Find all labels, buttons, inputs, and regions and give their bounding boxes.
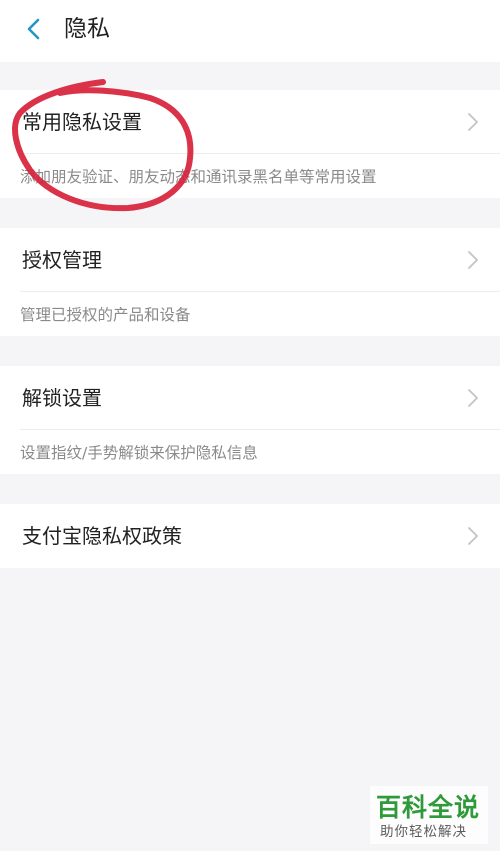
unlock-settings-row[interactable]: 解锁设置 — [0, 366, 500, 430]
divider — [20, 291, 500, 292]
row-label: 授权管理 — [22, 248, 102, 272]
chevron-right-icon — [468, 389, 478, 407]
alipay-privacy-policy-row[interactable]: 支付宝隐私权政策 — [0, 504, 500, 568]
group-authorization: 授权管理 管理已授权的产品和设备 — [0, 228, 500, 336]
back-chevron-icon[interactable] — [20, 14, 48, 44]
group-unlock: 解锁设置 设置指纹/手势解锁来保护隐私信息 — [0, 366, 500, 474]
chevron-right-icon — [468, 527, 478, 545]
row-description: 管理已授权的产品和设备 — [20, 306, 191, 324]
group-common-privacy: 常用隐私设置 添加朋友验证、朋友动态和通讯录黑名单等常用设置 — [0, 90, 500, 198]
chevron-right-icon — [468, 251, 478, 269]
watermark-subtitle: 助你轻松解决 — [380, 824, 467, 840]
row-label: 解锁设置 — [22, 386, 102, 410]
common-privacy-settings-row[interactable]: 常用隐私设置 — [0, 90, 500, 154]
page-title: 隐私 — [64, 16, 110, 42]
chevron-right-icon — [468, 113, 478, 131]
watermark-logo: 百科全说 助你轻松解决 — [370, 786, 488, 844]
row-description: 设置指纹/手势解锁来保护隐私信息 — [20, 444, 258, 462]
divider — [20, 429, 500, 430]
group-privacy-policy: 支付宝隐私权政策 — [0, 504, 500, 568]
nav-header: 隐私 — [0, 0, 500, 62]
divider — [20, 153, 500, 154]
row-description: 添加朋友验证、朋友动态和通讯录黑名单等常用设置 — [20, 168, 377, 186]
authorization-management-row[interactable]: 授权管理 — [0, 228, 500, 292]
watermark-title: 百科全说 — [376, 793, 481, 822]
row-label: 支付宝隐私权政策 — [22, 524, 182, 548]
row-label: 常用隐私设置 — [22, 110, 142, 134]
